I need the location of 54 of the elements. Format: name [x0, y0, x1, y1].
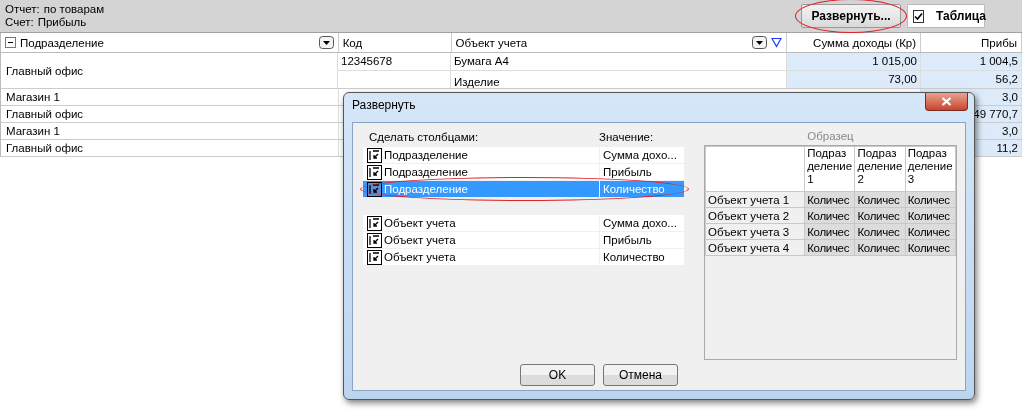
report-label: Отчет: [5, 3, 40, 15]
table-cell: 56,2 [921, 71, 1022, 88]
preview-row-label: Объект учета 4 [708, 241, 790, 254]
table-cell: Главный офис [1, 140, 339, 156]
table-cell: Главный офис [1, 106, 339, 122]
report-label: Счет: [5, 16, 34, 28]
table-toggle[interactable]: Таблица [907, 4, 985, 28]
pivot-icon [367, 164, 382, 180]
dropdown-icon[interactable] [318, 36, 334, 49]
report-value: Прибыль [37, 16, 87, 28]
close-icon [941, 97, 952, 106]
preview-row-label: Объект учета 2 [708, 209, 790, 222]
list-item[interactable]: Объект учета Сумма дохо... [363, 215, 684, 232]
pivot-icon [367, 147, 382, 163]
preview-row-label: Объект учета 3 [708, 225, 790, 238]
pivot-icon [367, 232, 382, 248]
table-cell: Бумага А4 [454, 55, 509, 67]
table-cell: Изделие [454, 76, 500, 88]
dropdown-icon[interactable] [752, 36, 768, 49]
list-item[interactable]: Объект учета Количество [363, 249, 684, 266]
column-header[interactable]: Объект учета [451, 33, 788, 52]
table-cell: 1 015,00 [787, 53, 921, 70]
filter-icon[interactable] [771, 37, 783, 48]
toggle-label: Таблица [936, 9, 986, 23]
table-cell: 1 004,5 [921, 53, 1022, 70]
column-label: Сделать столбцами: [369, 131, 480, 145]
preview-header: Подразделение 2 [857, 147, 903, 185]
expand-button[interactable]: Развернуть... [801, 4, 901, 28]
table-cell: 73,00 [787, 71, 921, 88]
checkbox[interactable] [913, 9, 924, 23]
dialog-button[interactable]: Отмена [603, 364, 678, 386]
column-header[interactable]: Подразделение [1, 33, 339, 52]
list-item[interactable]: Объект учета Прибыль [363, 232, 684, 249]
column-label: Значение: [599, 131, 654, 145]
dialog-button[interactable]: OK [520, 364, 595, 386]
pivot-icon [367, 249, 382, 265]
report-value: по товарам [43, 3, 105, 15]
pivot-icon [367, 181, 382, 197]
close-button[interactable] [925, 93, 968, 111]
pivot-icon [367, 215, 382, 231]
list-item[interactable]: Подразделение Сумма дохо... [363, 147, 684, 164]
collapse-icon[interactable] [5, 37, 16, 48]
table-cell: Магазин 1 [1, 123, 339, 139]
table-cell: 12345678 [341, 55, 393, 67]
preview-title: Образец [806, 131, 855, 142]
table-cell: Главный офис [1, 53, 338, 88]
column-header[interactable]: Сумма доходы (Кр) [787, 33, 922, 52]
list-item[interactable]: Подразделение Прибыль [363, 164, 684, 181]
column-header[interactable]: Код [338, 33, 452, 52]
table-cell: Магазин 1 [1, 89, 339, 105]
column-header[interactable]: Прибы [921, 33, 1022, 52]
preview-header: Подразделение 1 [807, 147, 853, 185]
preview-row-label: Объект учета 1 [708, 193, 790, 206]
dialog-title: Развернуть [352, 97, 416, 112]
